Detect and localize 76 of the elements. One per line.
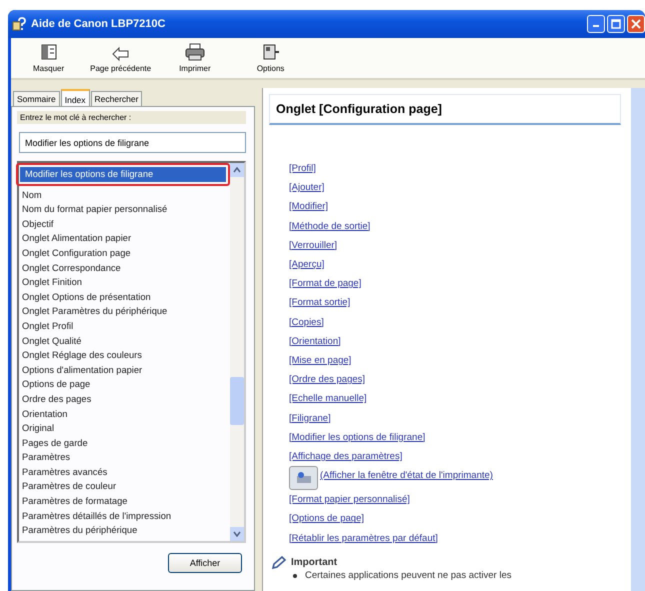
hide-pane-icon <box>40 43 58 61</box>
maximize-icon <box>611 19 621 29</box>
tab[interactable]: Index <box>60 89 90 107</box>
list-item[interactable]: Onglet Configuration page <box>19 246 230 261</box>
display-button[interactable]: Afficher <box>168 553 242 573</box>
toolbar-button[interactable]: Page précédente <box>82 38 160 78</box>
list-item[interactable]: Options d'alimentation papier <box>19 362 230 378</box>
note-text: Certaines applications peuvent ne pas activer les <box>305 570 512 582</box>
back-arrow-icon <box>112 47 130 61</box>
list-item[interactable]: Paramètres détaillés de l'impression <box>19 508 230 524</box>
scrollbar[interactable] <box>631 88 645 591</box>
link[interactable]: (Afficher la fenêtre d'état de l'imprimante) <box>320 466 493 486</box>
printer-status-icon <box>294 471 312 486</box>
list-item[interactable]: Paramètres du périphérique <box>19 523 230 538</box>
options-icon <box>262 43 280 61</box>
list-item[interactable]: Onglet Alimentation papier <box>19 231 230 246</box>
note-title: Important <box>291 557 338 568</box>
list-item[interactable]: Onglet Finition <box>19 275 230 290</box>
toolbar-button[interactable]: Masquer <box>25 38 72 78</box>
list-item[interactable]: Ordre des pages <box>19 392 230 406</box>
link[interactable]: [Méthode de sortie] <box>289 216 370 236</box>
link[interactable]: [Format sortie] <box>289 293 350 313</box>
list-item[interactable]: Onglet Profil <box>19 318 230 334</box>
printer-status-button[interactable] <box>289 466 318 490</box>
scroll-thumb[interactable] <box>230 377 244 425</box>
link[interactable]: [Mise en page] <box>289 351 352 370</box>
tab[interactable]: Rechercher <box>90 91 142 106</box>
scrollbar[interactable] <box>230 163 244 541</box>
link[interactable]: [Format papier personnalisé] <box>289 490 410 510</box>
pencil-icon <box>271 556 287 570</box>
list-item[interactable]: Original <box>19 421 230 436</box>
close-icon <box>631 19 641 29</box>
link[interactable]: [Profil] <box>289 159 316 178</box>
link[interactable]: [Modifier] <box>289 197 328 217</box>
link[interactable]: [Ordre des pages] <box>289 370 366 390</box>
link[interactable]: [Filigrane] <box>289 408 331 428</box>
window-title: Aide de Canon LBP7210C <box>31 18 166 30</box>
list-item[interactable]: Paramètres de formatage <box>19 494 230 509</box>
list-item[interactable]: Onglet Correspondance <box>19 260 230 276</box>
link[interactable]: [Aperçu] <box>289 255 324 274</box>
link[interactable]: [Rétablir les paramètres par défaut] <box>289 528 438 548</box>
list-item[interactable]: Nom du format papier personnalisé <box>19 202 230 217</box>
link[interactable]: [Ajouter] <box>289 178 324 198</box>
link[interactable]: [Echelle manuelle] <box>289 389 367 409</box>
list-item[interactable]: Paramètres avancés <box>19 464 230 480</box>
link[interactable]: [Copies] <box>289 312 324 332</box>
list-item[interactable]: Onglet Options de présentation <box>19 290 230 304</box>
page-heading: Onglet [Configuration page] <box>269 94 621 125</box>
minimize-button[interactable] <box>587 15 605 33</box>
list-item[interactable]: Options de page <box>19 377 230 392</box>
link[interactable]: [Verrouiller] <box>289 236 338 256</box>
list-item[interactable]: Paramètres <box>19 450 230 465</box>
list-item[interactable]: Modifier les options de filigrane <box>16 163 230 186</box>
tab[interactable]: Sommaire <box>13 91 60 106</box>
list-item[interactable]: Objectif <box>19 216 230 232</box>
toolbar-button[interactable]: Options <box>248 38 293 78</box>
list-item[interactable]: Pages de garde <box>19 436 230 450</box>
list-item[interactable]: Nom <box>19 188 230 202</box>
list-item[interactable]: Orientation <box>19 406 230 422</box>
help-icon <box>12 17 26 31</box>
printer-icon <box>184 43 205 61</box>
toolbar-button[interactable]: Imprimer <box>171 38 219 78</box>
list-item[interactable]: Onglet Paramètres du périphérique <box>19 304 230 319</box>
close-button[interactable] <box>627 15 645 33</box>
link[interactable]: [Options de page] <box>289 509 364 529</box>
search-label: Entrez le mot clé à rechercher : <box>17 111 246 124</box>
link[interactable]: [Affichage des paramètres] <box>289 447 402 466</box>
bullet-icon <box>293 574 297 578</box>
search-field[interactable]: Modifier les options de filigrane <box>19 132 246 153</box>
link[interactable]: [Orientation] <box>289 332 341 352</box>
list-item[interactable]: Onglet Qualité <box>19 334 230 348</box>
list-item[interactable]: Paramètres de couleur <box>19 479 230 494</box>
maximize-button[interactable] <box>607 15 625 33</box>
link[interactable]: [Format de page] <box>289 274 362 294</box>
link[interactable]: [Modifier les options de filigrane] <box>289 428 426 448</box>
list-item[interactable]: Onglet Réglage des couleurs <box>19 348 230 363</box>
